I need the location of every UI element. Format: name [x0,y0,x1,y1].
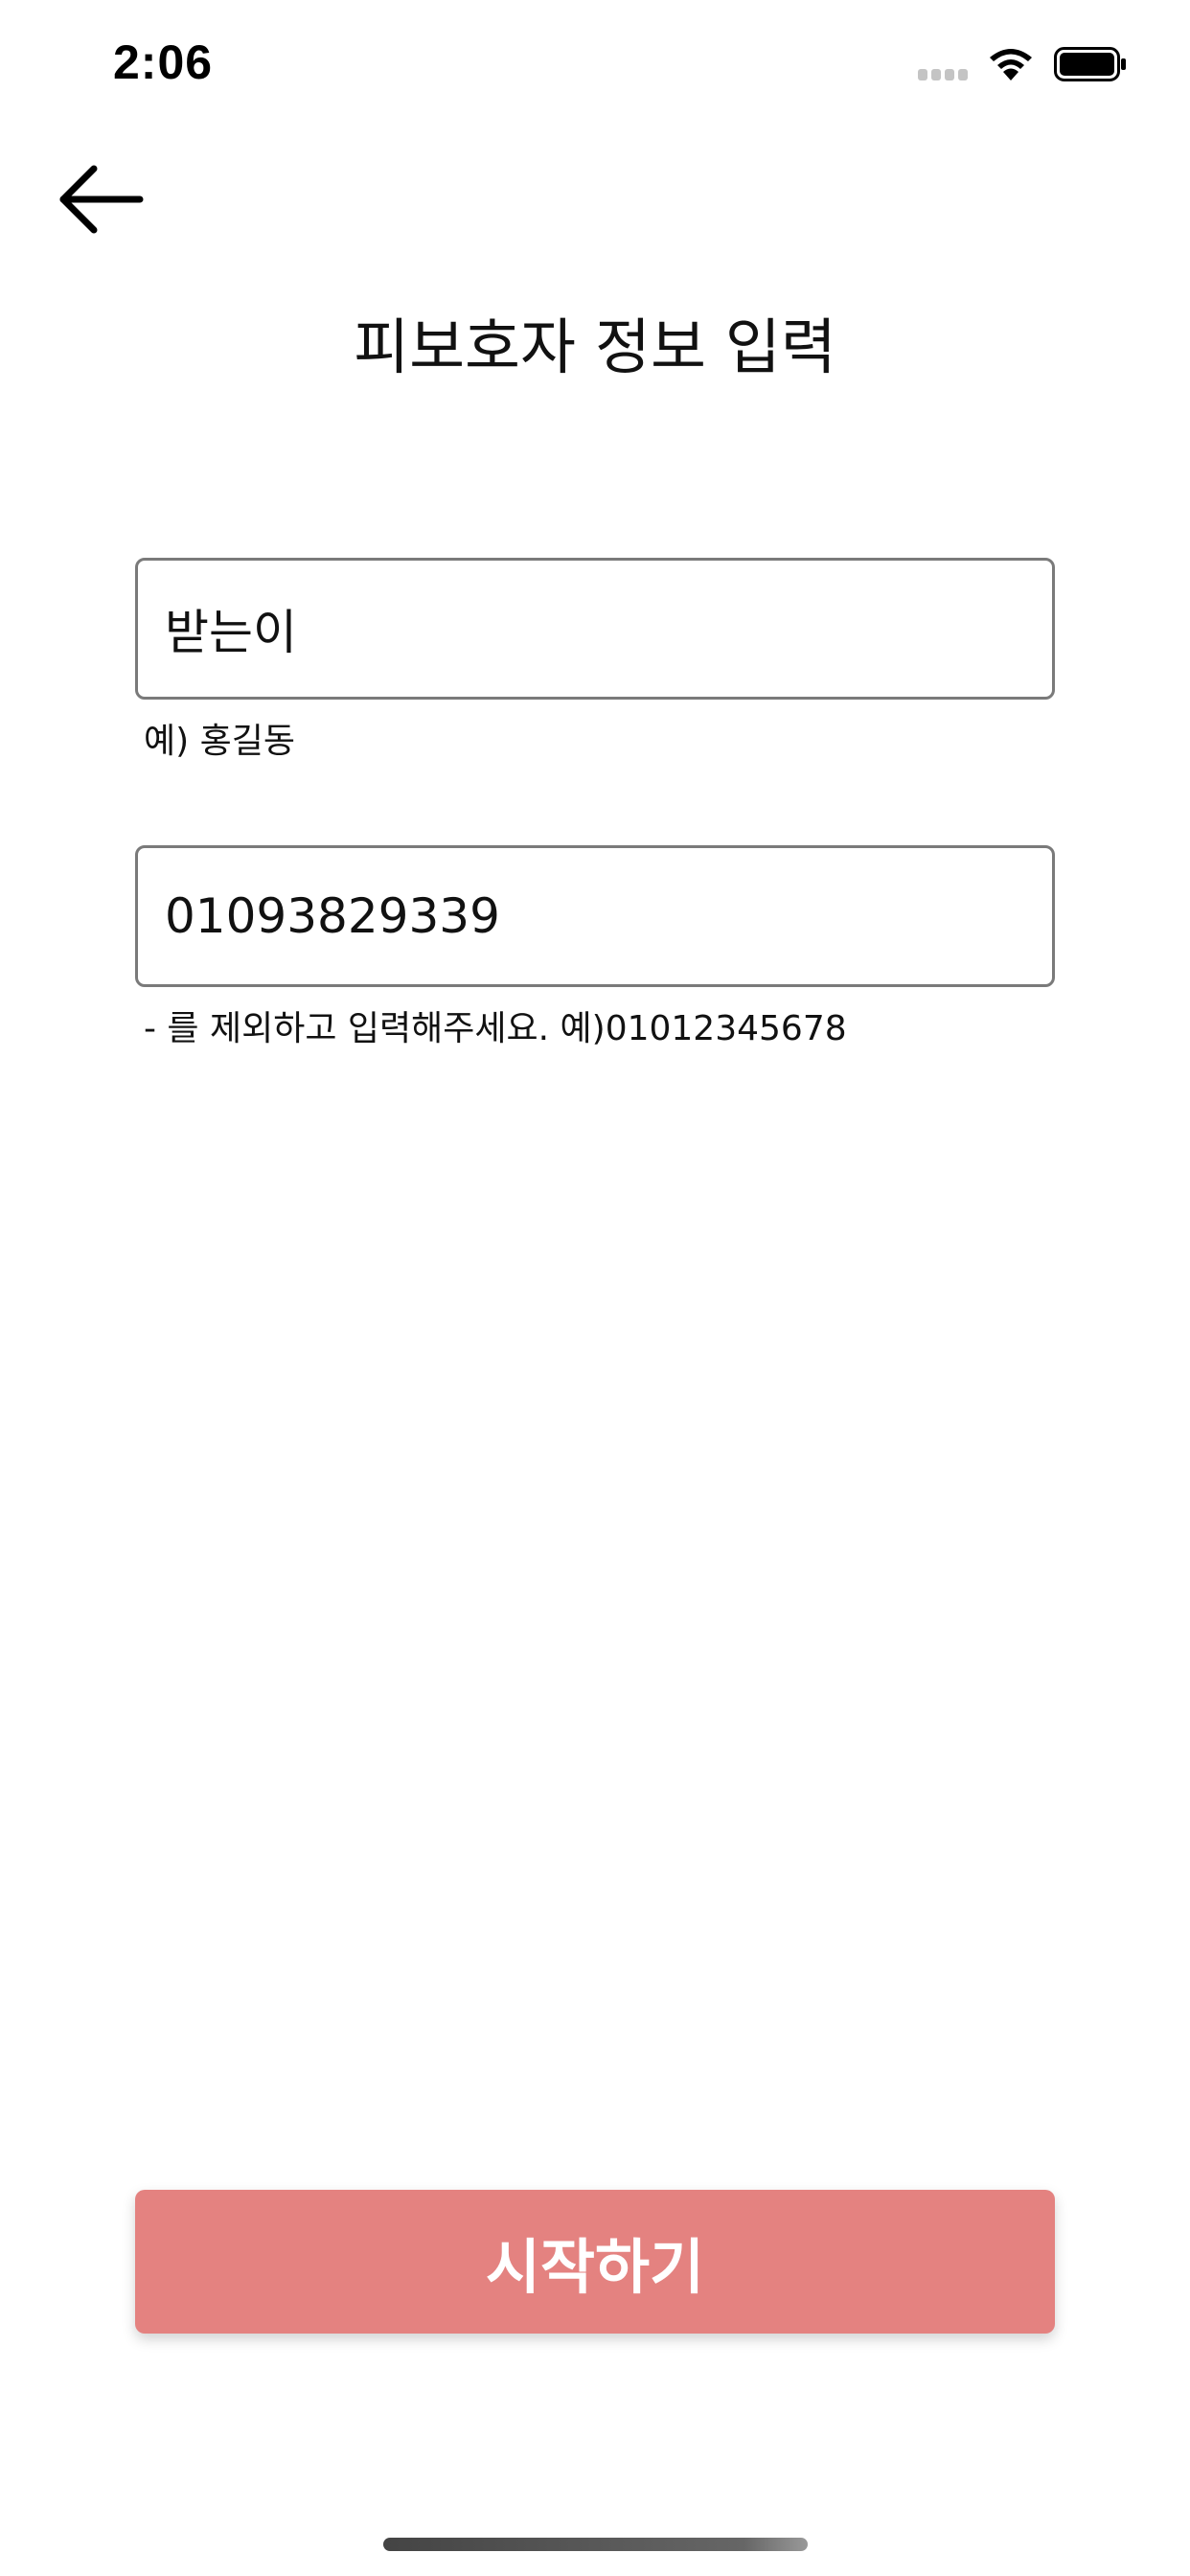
phone-hint: - 를 제외하고 입력해주세요. 예)01012345678 [144,1009,847,1048]
start-button[interactable]: 시작하기 [135,2190,1055,2334]
battery-icon [1054,47,1126,81]
cellular-signal-icon [918,69,972,82]
status-time: 2:06 [113,35,214,89]
phone-input[interactable] [138,848,1052,984]
home-indicator [383,2538,808,2551]
name-input[interactable] [138,561,1052,697]
wifi-icon [990,49,1032,80]
arrow-left-icon [59,165,144,234]
name-hint: 예) 홍길동 [144,722,295,761]
page-title: 피보호자 정보 입력 [354,312,836,382]
phone-field[interactable] [135,845,1055,987]
status-bar: 2:06 [0,0,1190,134]
name-field[interactable] [135,558,1055,700]
back-button[interactable] [52,153,157,249]
